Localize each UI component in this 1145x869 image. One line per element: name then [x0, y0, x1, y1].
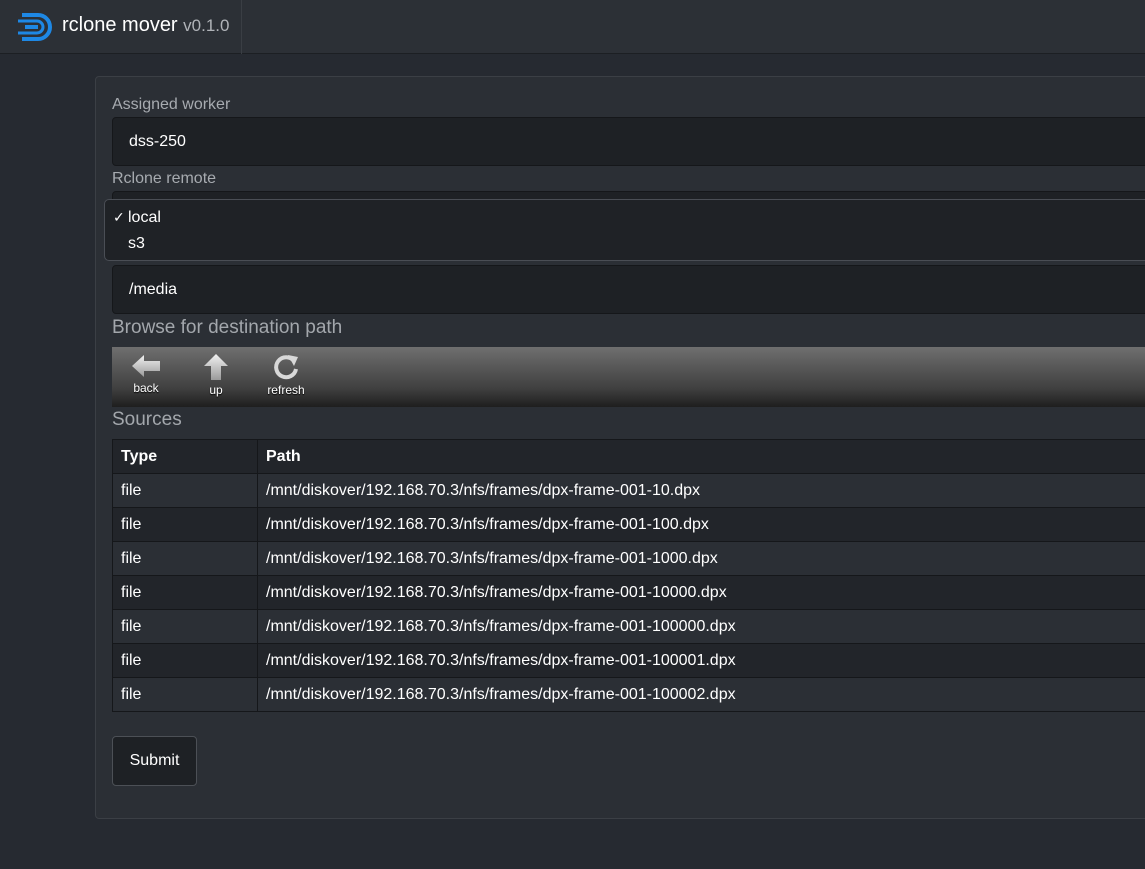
diskover-logo-icon: [18, 13, 52, 41]
app-version: v0.1.0: [183, 16, 230, 35]
app-title: rclone mover v0.1.0: [62, 14, 229, 37]
remote-option-local[interactable]: local: [128, 209, 161, 227]
refresh-button[interactable]: refresh: [256, 353, 316, 403]
remote-option-s3[interactable]: s3: [128, 235, 145, 253]
row-type: file: [112, 643, 258, 678]
table-row: file /mnt/diskover/192.168.70.3/nfs/fram…: [112, 473, 1145, 508]
row-type: file: [112, 677, 258, 712]
table-header-row: Type Path: [112, 439, 1145, 474]
assigned-worker-label: Assigned worker: [112, 96, 231, 113]
assigned-worker-field[interactable]: dss-250: [112, 117, 1145, 166]
refresh-label: refresh: [267, 383, 305, 397]
refresh-icon: [274, 355, 298, 380]
row-path: /mnt/diskover/192.168.70.3/nfs/frames/dp…: [257, 575, 1145, 610]
table-row: file /mnt/diskover/192.168.70.3/nfs/fram…: [112, 609, 1145, 644]
back-arrow-icon: [132, 355, 160, 377]
sources-title: Sources: [112, 409, 182, 430]
brand[interactable]: rclone mover v0.1.0: [0, 0, 242, 54]
sources-table: Type Path file /mnt/diskover/192.168.70.…: [112, 439, 1145, 712]
file-browser-toolbar: back up refresh: [112, 347, 1145, 407]
table-row: file /mnt/diskover/192.168.70.3/nfs/fram…: [112, 643, 1145, 678]
top-navbar: rclone mover v0.1.0: [0, 0, 1145, 54]
destination-path-field[interactable]: /media: [112, 265, 1145, 314]
row-type: file: [112, 507, 258, 542]
row-path: /mnt/diskover/192.168.70.3/nfs/frames/dp…: [257, 609, 1145, 644]
row-type: file: [112, 575, 258, 610]
row-type: file: [112, 473, 258, 508]
back-button[interactable]: back: [116, 353, 176, 403]
up-arrow-icon: [204, 354, 228, 380]
table-row: file /mnt/diskover/192.168.70.3/nfs/fram…: [112, 541, 1145, 576]
column-header-path: Path: [257, 439, 1145, 474]
back-label: back: [133, 381, 159, 395]
up-button[interactable]: up: [186, 353, 246, 403]
row-path: /mnt/diskover/192.168.70.3/nfs/frames/dp…: [257, 677, 1145, 712]
row-path: /mnt/diskover/192.168.70.3/nfs/frames/dp…: [257, 473, 1145, 508]
app-name: rclone mover: [62, 14, 178, 36]
checkmark-icon: ✓: [113, 209, 125, 225]
rclone-remote-label: Rclone remote: [112, 170, 217, 187]
row-type: file: [112, 541, 258, 576]
rclone-remote-dropdown: ✓ local s3: [104, 199, 1145, 261]
column-header-type: Type: [112, 439, 258, 474]
row-type: file: [112, 609, 258, 644]
table-row: file /mnt/diskover/192.168.70.3/nfs/fram…: [112, 507, 1145, 542]
submit-button[interactable]: Submit: [112, 736, 197, 786]
table-row: file /mnt/diskover/192.168.70.3/nfs/fram…: [112, 677, 1145, 712]
table-row: file /mnt/diskover/192.168.70.3/nfs/fram…: [112, 575, 1145, 610]
row-path: /mnt/diskover/192.168.70.3/nfs/frames/dp…: [257, 643, 1145, 678]
row-path: /mnt/diskover/192.168.70.3/nfs/frames/dp…: [257, 541, 1145, 576]
row-path: /mnt/diskover/192.168.70.3/nfs/frames/dp…: [257, 507, 1145, 542]
browse-destination-title: Browse for destination path: [112, 317, 343, 338]
up-label: up: [209, 383, 223, 397]
